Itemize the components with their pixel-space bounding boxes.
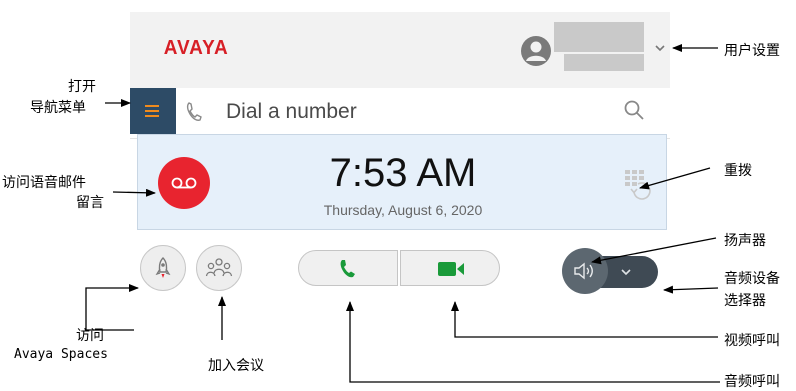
label-audio-call: 音频呼叫 [724, 374, 780, 390]
label-video-call: 视频呼叫 [724, 333, 780, 349]
label-open-nav-2: 导航菜单 [30, 100, 86, 116]
label-audio-device-2: 选择器 [724, 293, 766, 309]
label-spaces-2: Avaya Spaces [14, 347, 108, 362]
label-open-nav-1: 打开 [68, 79, 96, 95]
label-join-meeting: 加入会议 [208, 358, 264, 374]
label-audio-device-1: 音频设备 [724, 271, 780, 287]
label-voicemail-2: 留言 [76, 195, 104, 211]
callout-arrows [85, 44, 720, 383]
label-spaces-1: 访问 [76, 328, 104, 344]
label-user-settings: 用户设置 [724, 43, 780, 59]
label-voicemail-1: 访问语音邮件 [2, 175, 86, 191]
label-redial: 重拨 [724, 163, 752, 179]
label-speaker: 扬声器 [724, 233, 766, 249]
